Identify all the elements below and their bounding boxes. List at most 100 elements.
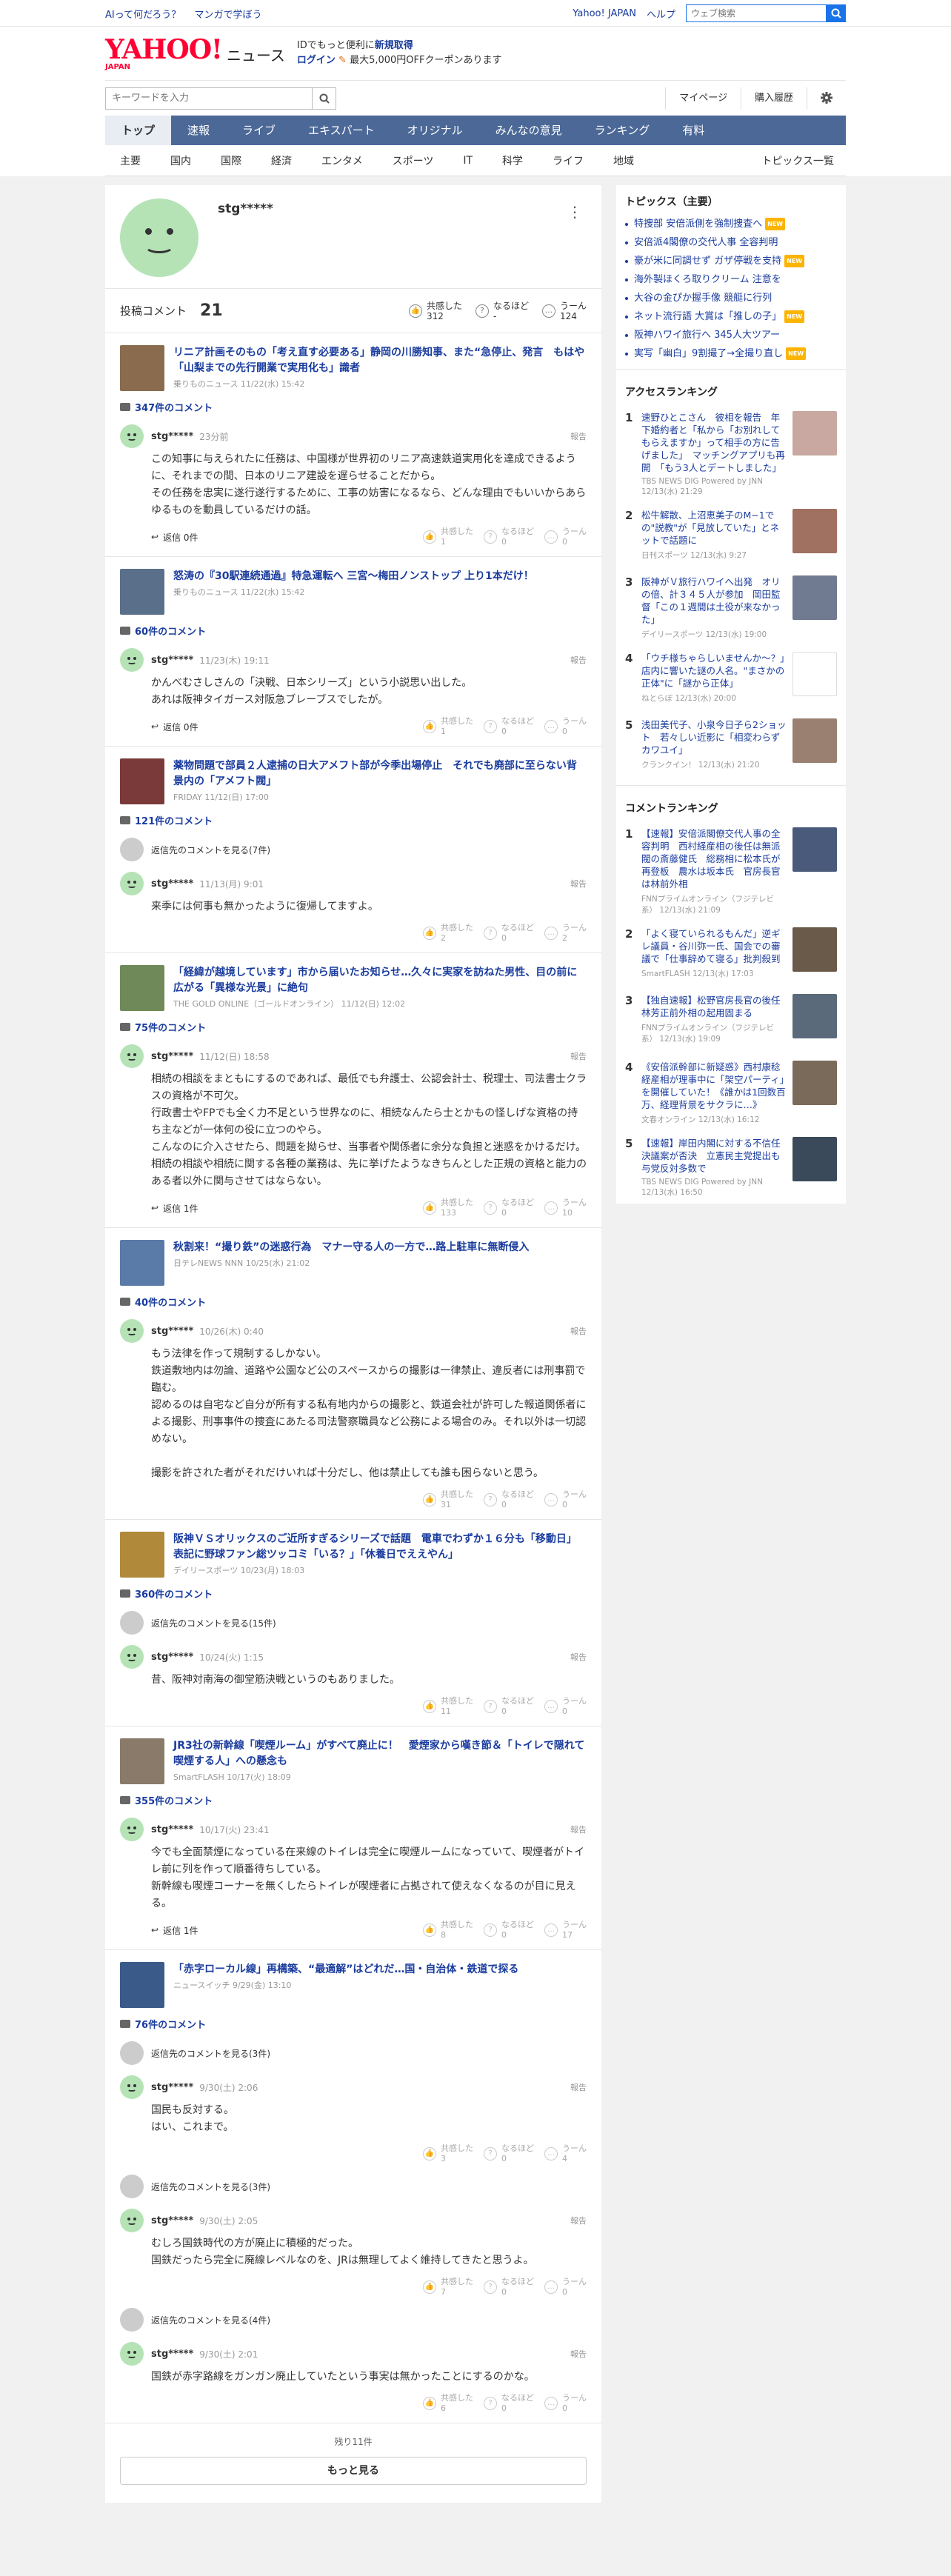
web-search-input[interactable] [686,4,827,22]
ranking-item[interactable]: 1 速野ひとこさん 彼相を報告 年下婚約者と「私から「お別れしてもらえますか」って… [616,405,846,503]
naruhodo-button[interactable]: ? なるほど 0 [484,527,534,547]
nav-ranking[interactable]: ランキング [578,116,667,145]
topic-item[interactable]: ネット流行語 大賞は「推しの子」 NEW [616,307,846,326]
hmm-button[interactable]: … うーん 0 [544,1696,587,1717]
naruhodo-button[interactable]: ? なるほど 0 [484,716,534,737]
agree-button[interactable]: 👍 共感した 1 [423,716,473,737]
view-reply-target[interactable]: 返信先のコメントを見る(4件) [120,2308,587,2332]
view-reply-target[interactable]: 返信先のコメントを見る(7件) [120,838,587,861]
yahoo-news-logo[interactable]: YAHOO! JAPAN ニュース [105,36,285,71]
settings-button[interactable] [807,87,846,110]
article-link[interactable]: 「赤字ローカル線」再構築、“最適解”はどれだ…国・自治体・鉄道で探る ニュースイッ… [120,1962,587,2008]
category-entertainment[interactable]: エンタメ [307,153,378,168]
hmm-button[interactable]: … うーん 0 [544,527,587,547]
reply-button[interactable]: ↩ 返信 1件 [151,1924,198,1937]
report-link[interactable]: 報告 [570,1325,587,1337]
nav-flash[interactable]: 速報 [171,116,226,145]
purchase-history-link[interactable]: 購入履歴 [740,87,807,110]
kebab-menu-icon[interactable]: ⋮ [567,203,582,221]
comment-total-link[interactable]: 40件のコメント [120,1295,587,1309]
topics-list-link[interactable]: トピックス一覧 [761,153,846,168]
article-title[interactable]: 阪神ＶＳオリックスのご近所すぎるシリーズで話題 電車でわずか１６分も「移動日」表… [173,1532,587,1563]
naruhodo-button[interactable]: ? なるほど 0 [484,1489,534,1510]
ranking-item[interactable]: 4 《安倍派幹部に新疑惑》西村康稔経産相が理事中に「架空パーティ」を開催していた！… [616,1055,846,1131]
yahoo-japan-link[interactable]: Yahoo! JAPAN [573,8,636,19]
topic-item[interactable]: 豪が米に同調せず ガザ停戦を支持 NEW [616,252,846,270]
mypage-link[interactable]: マイページ [665,87,741,110]
article-link[interactable]: 阪神ＶＳオリックスのご近所すぎるシリーズで話題 電車でわずか１６分も「移動日」表… [120,1532,587,1578]
topic-item[interactable]: 阪神ハワイ旅行へ 345人大ツアー [616,326,846,344]
nav-opinions[interactable]: みんなの意見 [479,116,578,145]
report-link[interactable]: 報告 [570,654,587,666]
topic-item[interactable]: 大谷の金ぴか握手像 競艇に行列 [616,289,846,307]
ranking-item[interactable]: 2 「よく寝ていられるもんだ」逆ギレ議員・谷川弥一氏、国会での審議で「仕事辞めて寝… [616,921,846,988]
nav-live[interactable]: ライブ [226,116,292,145]
report-link[interactable]: 報告 [570,1050,587,1062]
naruhodo-button[interactable]: ? なるほど 0 [484,1198,534,1218]
web-search-button[interactable] [827,4,846,22]
ranking-item[interactable]: 4 「ウチ様ちゃらしいませんか〜？」 店内に響いた謎の人名。"まさかの正体"に「謎… [616,646,846,713]
keyword-search-button[interactable] [313,87,336,110]
article-link[interactable]: リニア計画そのもの「考え直す必要ある」静岡の川勝知事、また“急停止、発言 もはや… [120,345,587,391]
naruhodo-button[interactable]: ? なるほど 0 [484,2277,534,2298]
reply-button[interactable]: ↩ 返信 1件 [151,1202,198,1215]
hmm-button[interactable]: … うーん 0 [544,2393,587,2414]
ranking-item[interactable]: 5 浅田美代子、小泉今日子ら2ショット 若々しい近影に「相変わらずカワユイ」 クラン… [616,713,846,779]
help-link[interactable]: ヘルプ [647,7,675,21]
view-reply-target[interactable]: 返信先のコメントを見る(15件) [120,1611,587,1635]
agree-button[interactable]: 👍 共感した 3 [423,2143,473,2164]
category-sports[interactable]: スポーツ [378,153,449,168]
category-main[interactable]: 主要 [105,153,156,168]
topic-item[interactable]: 海外製ほくろ取りクリーム 注意を [616,270,846,289]
reply-button[interactable]: ↩ 返信 0件 [151,721,198,733]
reply-button[interactable]: ↩ 返信 0件 [151,531,198,544]
article-title[interactable]: JR3社の新幹線「喫煙ルーム」がすべて廃止に！ 愛煙家から嘆き節＆「トイレで隠れ… [173,1738,587,1769]
agree-button[interactable]: 👍 共感した 8 [423,1920,473,1941]
category-domestic[interactable]: 国内 [156,153,206,168]
article-title[interactable]: 怒涛の『30駅連続通過』特急運転へ 三宮～梅田ノンストップ 上り1本だけ！ [173,569,534,584]
hmm-button[interactable]: … うーん 4 [544,2143,587,2164]
agree-button[interactable]: 👍 共感した 31 [423,1489,473,1510]
hmm-button[interactable]: … うーん 0 [544,2277,587,2298]
promo-link-manga[interactable]: マンガで学ぼう [194,10,261,21]
hmm-button[interactable]: … うーん 0 [544,1489,587,1510]
ranking-item[interactable]: 3 【独自速報】松野官房長官の後任林芳正前外相の起用固まる FNNプライムオンライン… [616,988,846,1055]
promo-link-ai[interactable]: AIって何だろう？ [105,10,181,21]
nav-original[interactable]: オリジナル [391,116,479,145]
agree-button[interactable]: 👍 共感した 1 [423,527,473,547]
comment-total-link[interactable]: 76件のコメント [120,2017,587,2031]
naruhodo-button[interactable]: ? なるほど 0 [484,923,534,944]
agree-button[interactable]: 👍 共感した 6 [423,2393,473,2414]
topic-item[interactable]: 安倍派4閣僚の交代人事 全容判明 [616,233,846,252]
hmm-button[interactable]: … うーん 0 [544,716,587,737]
nav-expert[interactable]: エキスパート [292,116,391,145]
report-link[interactable]: 報告 [570,430,587,442]
article-link[interactable]: 怒涛の『30駅連続通過』特急運転へ 三宮～梅田ノンストップ 上り1本だけ！ 乗りも… [120,569,587,615]
login-link[interactable]: ログイン [297,55,336,66]
report-link[interactable]: 報告 [570,2348,587,2360]
report-link[interactable]: 報告 [570,2081,587,2093]
report-link[interactable]: 報告 [570,1823,587,1835]
naruhodo-button[interactable]: ? なるほど 0 [484,1696,534,1717]
article-title[interactable]: 「経緯が越境しています」市から届いたお知らせ…久々に実家を訪ねた男性、目の前に広… [173,965,587,996]
category-world[interactable]: 国際 [206,153,256,168]
article-title[interactable]: リニア計画そのもの「考え直す必要ある」静岡の川勝知事、また“急停止、発言 もはや… [173,345,587,376]
hmm-button[interactable]: … うーん 10 [544,1198,587,1218]
category-science[interactable]: 科学 [487,153,538,168]
category-economy[interactable]: 経済 [256,153,307,168]
article-link[interactable]: 薬物問題で部員２人逮捕の日大アメフト部が今季出場停止 それでも廃部に至らない背景… [120,758,587,804]
ranking-item[interactable]: 2 松牛解散、上沼恵美子のM−1での"説教"が「見放していた」とネットで話題に 日刊… [616,503,846,570]
agree-button[interactable]: 👍 共感した 7 [423,2277,473,2298]
ranking-item[interactable]: 5 【速報】岸田内閣に対する不信任決議案が否決 立憲民主党提出も与党反対多数で TB… [616,1131,846,1204]
naruhodo-button[interactable]: ? なるほど 0 [484,2393,534,2414]
report-link[interactable]: 報告 [570,1651,587,1663]
comment-total-link[interactable]: 360件のコメント [120,1586,587,1601]
comment-total-link[interactable]: 347件のコメント [120,400,587,414]
comment-total-link[interactable]: 60件のコメント [120,624,587,638]
naruhodo-button[interactable]: ? なるほど 0 [484,1920,534,1941]
load-more-button[interactable]: もっと見る [120,2457,587,2485]
comment-total-link[interactable]: 75件のコメント [120,1020,587,1034]
register-link[interactable]: 新規取得 [375,40,413,51]
comment-total-link[interactable]: 355件のコメント [120,1793,587,1807]
ranking-item[interactable]: 3 阪神がＶ旅行ハワイへ出発 オリの倍、計３４５人が参加 岡田監督「この１週間は土… [616,570,846,646]
